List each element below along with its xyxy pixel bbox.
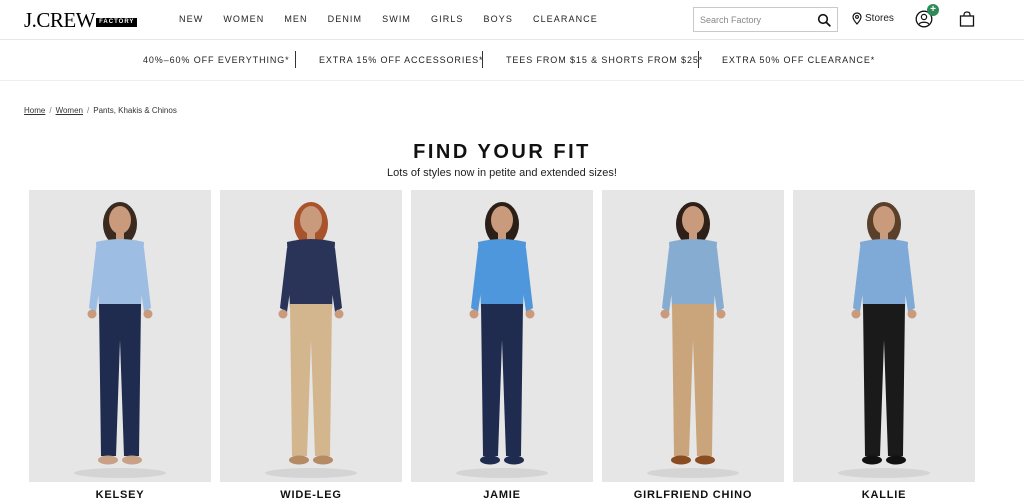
product-label-kallie[interactable]: KALLIE xyxy=(793,489,975,501)
model-left-shoe xyxy=(289,455,309,465)
model-head xyxy=(109,206,131,234)
model-left-hand xyxy=(851,309,861,319)
floor-shadow xyxy=(74,468,166,478)
nav-denim[interactable]: DENIM xyxy=(328,14,363,24)
model-right-hand xyxy=(143,309,153,319)
product-image-kallie xyxy=(793,190,975,482)
page-title: FIND YOUR FIT xyxy=(413,141,591,163)
breadcrumb-women[interactable]: Women xyxy=(56,106,83,115)
nav-men[interactable]: MEN xyxy=(284,14,307,24)
logo-wordmark: J.CREW xyxy=(24,8,96,32)
nav-girls[interactable]: GIRLS xyxy=(431,14,464,24)
product-image-kelsey xyxy=(29,190,211,482)
nav-swim[interactable]: SWIM xyxy=(382,14,411,24)
model-top xyxy=(96,239,144,308)
model-head xyxy=(682,206,704,234)
account-status-badge: + xyxy=(927,4,939,16)
model-head xyxy=(873,206,895,234)
floor-shadow xyxy=(265,468,357,478)
model-top xyxy=(287,239,335,308)
model-head xyxy=(491,206,513,234)
nav-clearance[interactable]: CLEARANCE xyxy=(533,14,598,24)
search-box xyxy=(693,7,838,32)
model-right-shoe xyxy=(886,455,906,465)
logo-factory-badge: FACTORY xyxy=(96,18,138,27)
product-image-girlfriend-chino xyxy=(602,190,784,482)
product-image-wide-leg xyxy=(220,190,402,482)
page-subtitle: Lots of styles now in petite and extende… xyxy=(387,167,617,179)
shopping-bag-icon[interactable] xyxy=(959,11,975,27)
model-right-hand xyxy=(334,309,344,319)
model-left-hand xyxy=(87,309,97,319)
breadcrumb-current: Pants, Khakis & Chinos xyxy=(93,106,177,115)
model-right-hand xyxy=(907,309,917,319)
product-card-wide-leg[interactable] xyxy=(220,190,402,482)
stores-link[interactable]: Stores xyxy=(852,12,894,25)
product-card-girlfriend-chino[interactable] xyxy=(602,190,784,482)
model-left-hand xyxy=(469,309,479,319)
product-label-girlfriend-chino[interactable]: GIRLFRIEND CHINO xyxy=(602,489,784,501)
nav-boys[interactable]: BOYS xyxy=(484,14,513,24)
jcrew-factory-logo[interactable]: J.CREW FACTORY xyxy=(24,8,138,32)
location-pin-icon xyxy=(852,12,862,25)
floor-shadow xyxy=(838,468,930,478)
main-nav: NEW WOMEN MEN DENIM SWIM GIRLS BOYS CLEA… xyxy=(179,14,618,24)
model-left-shoe xyxy=(480,455,500,465)
model-right-shoe xyxy=(313,455,333,465)
model-right-hand xyxy=(716,309,726,319)
product-card-kelsey[interactable] xyxy=(29,190,211,482)
promo-item-everything[interactable]: 40%–60% OFF EVERYTHING* xyxy=(143,55,290,65)
floor-shadow xyxy=(647,468,739,478)
model-right-shoe xyxy=(122,455,142,465)
model-left-shoe xyxy=(862,455,882,465)
model-right-shoe xyxy=(695,455,715,465)
model-left-hand xyxy=(660,309,670,319)
site-header: J.CREW FACTORY NEW WOMEN MEN DENIM SWIM … xyxy=(0,0,1024,40)
promo-item-clearance[interactable]: EXTRA 50% OFF CLEARANCE* xyxy=(722,55,875,65)
floor-shadow xyxy=(456,468,548,478)
model-top xyxy=(478,239,526,308)
product-image-jamie xyxy=(411,190,593,482)
model-top xyxy=(669,239,717,308)
model-left-shoe xyxy=(671,455,691,465)
breadcrumb-separator: / xyxy=(87,106,90,115)
nav-new[interactable]: NEW xyxy=(179,14,203,24)
product-label-wide-leg[interactable]: WIDE-LEG xyxy=(220,489,402,501)
stores-label: Stores xyxy=(865,13,894,24)
promo-bar: 40%–60% OFF EVERYTHING* EXTRA 15% OFF AC… xyxy=(0,41,1024,81)
model-right-hand xyxy=(525,309,535,319)
search-icon[interactable] xyxy=(817,13,831,27)
promo-item-accessories[interactable]: EXTRA 15% OFF ACCESSORIES* xyxy=(319,55,483,65)
breadcrumb-separator: / xyxy=(49,106,52,115)
product-card-kallie[interactable] xyxy=(793,190,975,482)
model-left-hand xyxy=(278,309,288,319)
product-label-kelsey[interactable]: KELSEY xyxy=(29,489,211,501)
product-label-jamie[interactable]: JAMIE xyxy=(411,489,593,501)
promo-divider xyxy=(698,51,699,68)
model-top xyxy=(860,239,908,308)
model-right-shoe xyxy=(504,455,524,465)
product-card-jamie[interactable] xyxy=(411,190,593,482)
breadcrumb: Home / Women / Pants, Khakis & Chinos xyxy=(24,106,177,115)
model-left-shoe xyxy=(98,455,118,465)
promo-item-tees-shorts[interactable]: TEES FROM $15 & SHORTS FROM $25* xyxy=(506,55,703,65)
promo-divider xyxy=(482,51,483,68)
nav-women[interactable]: WOMEN xyxy=(223,14,264,24)
promo-divider xyxy=(295,51,296,68)
model-head xyxy=(300,206,322,234)
search-input[interactable] xyxy=(694,8,812,31)
breadcrumb-home[interactable]: Home xyxy=(24,106,45,115)
